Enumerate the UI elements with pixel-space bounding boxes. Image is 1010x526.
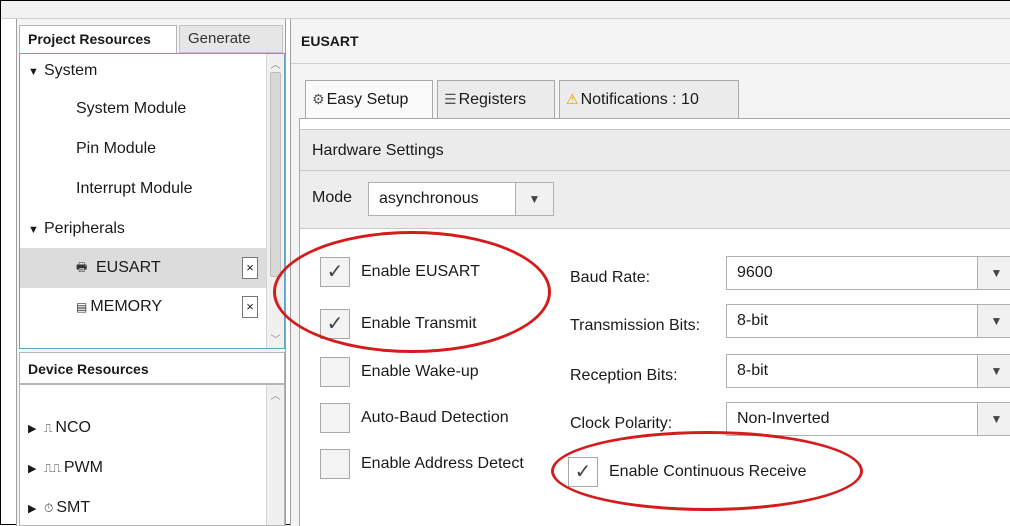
chevron-down-icon[interactable]: ▼	[977, 355, 1010, 387]
continuous-receive-checkbox[interactable]: ✓	[568, 457, 598, 487]
tab-project-resources[interactable]: Project Resources	[19, 25, 177, 53]
chevron-down-icon[interactable]: ▼	[977, 257, 1010, 289]
auto-baud-label: Auto-Baud Detection	[361, 409, 509, 426]
enable-wakeup-checkbox[interactable]	[320, 357, 350, 387]
address-detect-label: Enable Address Detect	[361, 455, 524, 472]
project-resources-tree: ▼ System System Module Pin Module Interru…	[19, 53, 285, 349]
transmission-bits-label: Transmission Bits:	[570, 317, 701, 334]
enable-eusart-checkbox[interactable]: ✓	[320, 257, 350, 287]
gear-icon: ⚙	[312, 91, 325, 107]
divider	[291, 63, 1010, 64]
device-item-pwm[interactable]: ▶ ⎍⎍ PWM	[28, 453, 103, 483]
printer-icon: 🖶	[76, 260, 88, 274]
pwm-icon: ⎍⎍	[44, 461, 61, 475]
auto-baud-checkbox[interactable]	[320, 403, 350, 433]
tab-notifications[interactable]: ⚠ Notifications : 10	[559, 80, 739, 118]
timer-icon: ⏱	[44, 501, 54, 515]
page-title: EUSART	[301, 33, 359, 49]
pulse-icon: ⎍	[44, 421, 53, 435]
tab-registers[interactable]: ☰ Registers	[437, 80, 555, 118]
enable-transmit-label: Enable Transmit	[361, 315, 477, 332]
eusart-editor: EUSART ⚙ Easy Setup ☰ Registers ⚠ Notificat…	[290, 19, 1010, 526]
expand-triangle-icon[interactable]: ▶	[28, 414, 44, 444]
tree-scrollbar[interactable]: ︿ ﹀	[266, 54, 284, 348]
expand-triangle-icon[interactable]: ▼	[28, 215, 44, 245]
tab-easy-setup[interactable]: ⚙ Easy Setup	[305, 80, 433, 118]
mode-row: Mode asynchronous ▼	[300, 171, 1010, 229]
scroll-thumb[interactable]	[270, 72, 281, 277]
enable-wakeup-label: Enable Wake-up	[361, 363, 479, 380]
scroll-down-icon[interactable]: ﹀	[267, 331, 284, 346]
tree-group-peripherals[interactable]: ▼ Peripherals	[28, 214, 125, 244]
tree-item-pin-module[interactable]: Pin Module	[76, 134, 156, 164]
tree-item-system-module[interactable]: System Module	[76, 94, 186, 124]
expand-triangle-icon[interactable]: ▶	[28, 454, 44, 484]
device-tree-scrollbar[interactable]: ︿	[266, 385, 284, 525]
resource-tabs: Project Resources Generate	[17, 25, 287, 53]
reception-bits-select[interactable]: 8-bit ▼	[726, 354, 1010, 388]
tree-item-eusart[interactable]: 🖶 EUSART ×	[20, 248, 268, 288]
clock-polarity-label: Clock Polarity:	[570, 415, 673, 432]
expand-triangle-icon[interactable]: ▼	[28, 57, 44, 87]
tree-item-memory[interactable]: ▤ MEMORY	[76, 292, 268, 322]
transmission-bits-select[interactable]: 8-bit ▼	[726, 304, 1010, 338]
mode-label: Mode	[312, 189, 353, 206]
expand-triangle-icon[interactable]: ▶	[28, 494, 44, 524]
left-panel: Project Resources Generate ▼ System Syste…	[16, 19, 286, 526]
continuous-receive-label: Enable Continuous Receive	[609, 463, 807, 480]
baud-rate-label: Baud Rate:	[570, 269, 651, 286]
tree-item-interrupt-module[interactable]: Interrupt Module	[76, 174, 193, 204]
baud-rate-select[interactable]: 9600 ▼	[726, 256, 1010, 290]
device-item-smt[interactable]: ▶ ⏱ SMT	[28, 493, 90, 523]
device-resources-tree: ▶ ⎍ NCO ▶ ⎍⎍ PWM ▶ ⏱ SMT ︿	[19, 384, 285, 526]
device-item-nco[interactable]: ▶ ⎍ NCO	[28, 413, 91, 443]
remove-eusart-button[interactable]: ×	[242, 257, 258, 279]
reception-bits-label: Reception Bits:	[570, 367, 678, 384]
scroll-up-icon[interactable]: ︿	[267, 56, 284, 71]
remove-memory-button[interactable]: ×	[242, 296, 258, 318]
chevron-down-icon[interactable]: ▼	[977, 403, 1010, 435]
chevron-down-icon[interactable]: ▼	[977, 305, 1010, 337]
window-frame: Project Resources Generate ▼ System Syste…	[0, 0, 1010, 526]
warning-icon: ⚠	[566, 91, 579, 107]
enable-eusart-label: Enable EUSART	[361, 263, 480, 280]
easy-setup-panel: Hardware Settings Mode asynchronous ▼ ✓ …	[299, 118, 1010, 526]
mode-select[interactable]: asynchronous ▼	[368, 182, 554, 216]
list-icon: ☰	[444, 91, 457, 107]
clock-polarity-select[interactable]: Non-Inverted ▼	[726, 402, 1010, 436]
enable-transmit-checkbox[interactable]: ✓	[320, 309, 350, 339]
chevron-down-icon[interactable]: ▼	[515, 183, 553, 215]
memory-chip-icon: ▤	[76, 300, 88, 314]
tree-group-system[interactable]: ▼ System	[28, 56, 97, 86]
device-resources-header: Device Resources	[19, 352, 285, 384]
tab-generate[interactable]: Generate	[179, 25, 283, 53]
address-detect-checkbox[interactable]	[320, 449, 350, 479]
hardware-settings-header[interactable]: Hardware Settings	[300, 129, 1010, 171]
toolbar-strip	[1, 1, 1010, 19]
scroll-up-icon[interactable]: ︿	[267, 387, 284, 402]
